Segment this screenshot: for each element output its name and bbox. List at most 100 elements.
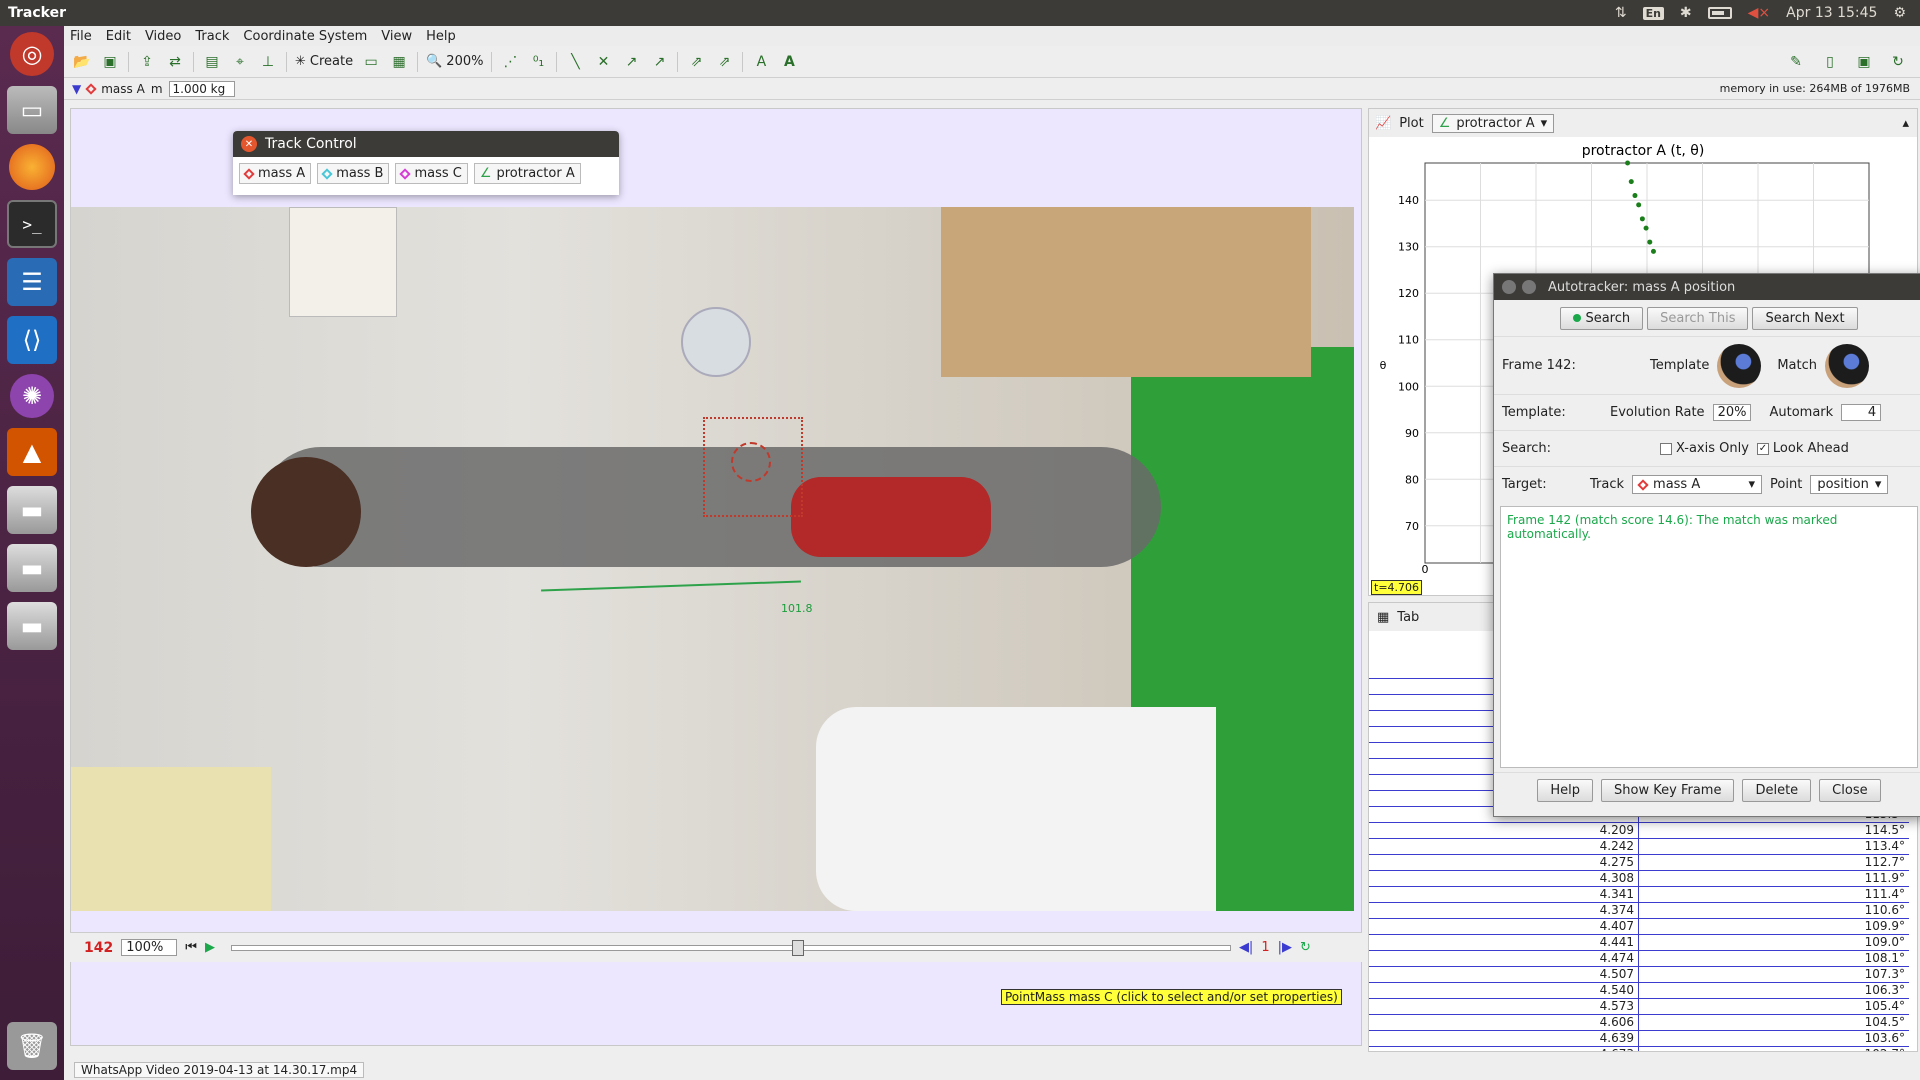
table-row[interactable]: 4.275 112.7° [1369, 855, 1909, 871]
table-row[interactable]: 4.639 103.6° [1369, 1031, 1909, 1047]
trackbar-track-name[interactable]: mass A [101, 82, 145, 96]
zoom-button[interactable]: 🔍 200% [426, 54, 483, 69]
create-track-button[interactable]: ✳ Create [295, 54, 353, 69]
maximize-view-icon[interactable]: ▣ [1854, 52, 1874, 72]
point-dropdown[interactable]: position ▾ [1810, 475, 1889, 494]
close-button[interactable]: Close [1819, 779, 1881, 802]
track-control-titlebar[interactable]: ✕ Track Control [233, 131, 619, 157]
trackbar-menu-icon[interactable]: ▼ [72, 82, 81, 96]
search-next-button[interactable]: Search Next [1752, 306, 1858, 330]
help-button[interactable]: Help [1537, 779, 1594, 802]
track-dropdown[interactable]: mass A ▾ [1632, 475, 1763, 494]
track-button-mass-b[interactable]: mass B [317, 163, 390, 184]
close-icon[interactable] [1502, 280, 1516, 294]
trash-icon[interactable]: 🗑 [7, 1022, 57, 1070]
look-ahead-checkbox[interactable]: ✓ Look Ahead [1756, 441, 1849, 456]
terminal-icon[interactable]: >_ [7, 200, 57, 248]
gear-icon[interactable]: ⚙ [1893, 5, 1906, 21]
font-smaller-icon[interactable]: A [751, 52, 771, 72]
menu-help[interactable]: Help [426, 29, 456, 44]
step-size[interactable]: 1 [1261, 940, 1269, 955]
writer-icon[interactable]: ☰ [7, 258, 57, 306]
disk-icon-1[interactable]: ▬ [7, 486, 57, 534]
vector-stretch-icon[interactable]: ⇗ [714, 52, 734, 72]
disk-icon-2[interactable]: ▬ [7, 544, 57, 592]
evolution-rate-spinner[interactable]: 20% [1712, 404, 1752, 421]
minimize-icon[interactable] [1522, 280, 1536, 294]
table-row[interactable]: 4.308 111.9° [1369, 871, 1909, 887]
track-button-protractor-a[interactable]: ∠ protractor A [473, 163, 581, 184]
save-icon[interactable]: ▣ [100, 52, 120, 72]
table-row[interactable]: 4.441 109.0° [1369, 935, 1909, 951]
frame-number[interactable]: 142 [84, 940, 113, 956]
firefox-icon[interactable] [9, 144, 55, 190]
video-file-tab[interactable]: WhatsApp Video 2019-04-13 at 14.30.17.mp… [74, 1062, 365, 1078]
plot-point[interactable] [1636, 202, 1642, 208]
network-icon[interactable]: ⇅ [1615, 5, 1627, 21]
volume-muted-icon[interactable]: ◀× [1748, 5, 1771, 21]
table-row[interactable]: 4.606 104.5° [1369, 1015, 1909, 1031]
battery-icon[interactable] [1707, 7, 1732, 19]
plot-point[interactable] [1647, 239, 1653, 245]
autotracker-template-circle[interactable] [731, 442, 771, 482]
table-row[interactable]: 4.673102.7° [1369, 1047, 1909, 1051]
calibration-icon[interactable]: ⌖ [230, 52, 250, 72]
menu-view[interactable]: View [381, 29, 412, 44]
table-row[interactable]: 4.474 108.1° [1369, 951, 1909, 967]
table-row[interactable]: 4.540 106.3° [1369, 983, 1909, 999]
plot-point[interactable] [1628, 179, 1634, 185]
mass-field[interactable]: 1.000 kg [168, 80, 235, 97]
vector-sum-icon[interactable]: ⇗ [686, 52, 706, 72]
labels-icon[interactable]: ⁰₁ [528, 52, 548, 72]
matlab-icon[interactable]: ▲ [7, 428, 57, 476]
axes-icon[interactable]: ⊥ [258, 52, 278, 72]
plot-point[interactable] [1625, 160, 1631, 166]
table-row[interactable]: 4.407 109.9° [1369, 919, 1909, 935]
loop-icon[interactable]: ↻ [1300, 940, 1311, 955]
plot-track-dropdown[interactable]: ∠ protractor A ▾ [1431, 113, 1555, 133]
table-row[interactable]: 4.341 111.4° [1369, 887, 1909, 903]
pencil-icon[interactable]: ✎ [1786, 52, 1806, 72]
frame-slider-knob[interactable] [791, 939, 804, 956]
plot-point[interactable] [1639, 216, 1645, 222]
menu-coordinate-system[interactable]: Coordinate System [243, 29, 367, 44]
export-icon[interactable]: ⇄ [165, 52, 185, 72]
plot-point[interactable] [1650, 248, 1656, 254]
table-row[interactable]: 4.507 107.3° [1369, 967, 1909, 983]
open-folder-icon[interactable]: 📂 [72, 52, 92, 72]
frame-slider[interactable] [230, 939, 1231, 956]
protractor-arm[interactable] [541, 580, 801, 592]
refresh-icon[interactable]: ↻ [1888, 52, 1908, 72]
plot-point[interactable] [1643, 225, 1649, 231]
ubuntu-dash-icon[interactable]: ◎ [10, 32, 54, 76]
velocity-icon[interactable]: ↗ [621, 52, 641, 72]
menu-track[interactable]: Track [195, 29, 229, 44]
notes-icon[interactable]: ▯ [1820, 52, 1840, 72]
datetime[interactable]: Apr 13 15:45 [1786, 5, 1877, 21]
collapse-up-icon[interactable]: ▴ [1902, 116, 1917, 131]
vscode-icon[interactable]: ⟨⟩ [7, 316, 57, 364]
video-pane[interactable]: 101.8 ✕ Track Control mass A mass B mass… [70, 108, 1362, 1046]
font-larger-icon[interactable]: A [779, 52, 799, 72]
table-row[interactable]: 4.242 113.4° [1369, 839, 1909, 855]
disk-icon-3[interactable]: ▬ [7, 602, 57, 650]
player-zoom-spinner[interactable]: 100% [121, 939, 178, 956]
menu-video[interactable]: Video [145, 29, 181, 44]
acceleration-icon[interactable]: ↗ [649, 52, 669, 72]
track-button-mass-a[interactable]: mass A [239, 163, 312, 184]
pointmass-hint[interactable]: PointMass mass C (click to select and/or… [1001, 989, 1342, 1005]
close-icon[interactable]: ✕ [241, 136, 257, 152]
menu-file[interactable]: File [70, 29, 92, 44]
automark-spinner[interactable]: 4 [1841, 404, 1882, 421]
video-frame[interactable]: 101.8 [71, 207, 1354, 911]
tracker-app-icon[interactable]: ✺ [10, 374, 54, 418]
rewind-icon[interactable]: ⏮ [185, 940, 197, 955]
table-row[interactable]: 4.573 105.4° [1369, 999, 1909, 1015]
points-icon[interactable]: ✕ [593, 52, 613, 72]
table-row[interactable]: 4.209 114.5° [1369, 823, 1909, 839]
search-button[interactable]: Search [1560, 306, 1644, 330]
show-key-frame-button[interactable]: Show Key Frame [1601, 779, 1735, 802]
step-forward-icon[interactable]: |▶ [1278, 940, 1292, 955]
plot-point[interactable] [1632, 193, 1638, 199]
import-icon[interactable]: ⇪ [137, 52, 157, 72]
